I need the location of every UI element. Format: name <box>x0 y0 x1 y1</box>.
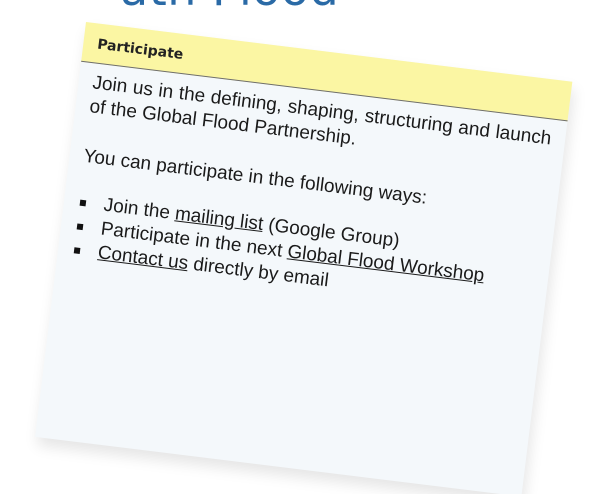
background-page-heading: ath Flood <box>120 0 339 16</box>
bullet-icon <box>73 247 81 254</box>
bullet-icon <box>79 199 87 207</box>
screenshot-stage: ath Flood ˇ Participate Join us in the d… <box>0 0 599 494</box>
bullet-icon <box>76 223 84 231</box>
participate-panel: Participate Join us in the defining, sha… <box>35 22 573 494</box>
panel-title: Participate <box>96 36 185 64</box>
